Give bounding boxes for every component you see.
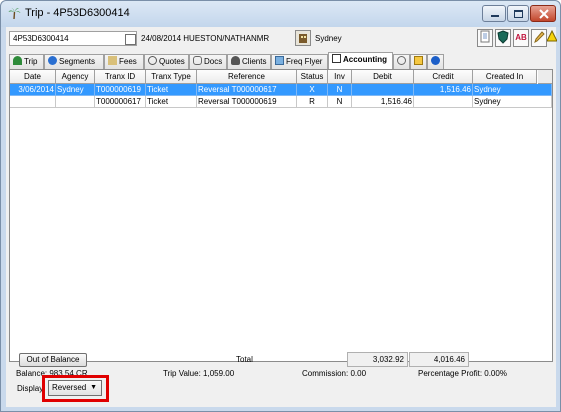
table-cell: X xyxy=(297,84,328,96)
table-cell: Ticket xyxy=(146,96,197,108)
date-user-text: 24/08/2014 HUESTON/NATHANMR xyxy=(141,34,270,43)
column-header-status[interactable]: Status xyxy=(297,70,328,84)
minimize-button[interactable] xyxy=(482,5,506,22)
tab-docs-label: Docs xyxy=(204,57,223,66)
tab-fees-label: Fees xyxy=(119,57,137,66)
table-cell xyxy=(56,96,95,108)
table-cell: 1,516.46 xyxy=(414,84,473,96)
trip-window: Trip - 4P53D6300414 4P53D6300414 24/08/2… xyxy=(0,0,561,412)
fees-icon xyxy=(108,56,117,65)
table-cell xyxy=(352,84,414,96)
tab-freq-flyer[interactable]: Freq Flyer xyxy=(271,54,328,69)
people-icon xyxy=(231,56,240,65)
trip-number-field[interactable]: 4P53D6300414 xyxy=(9,31,137,46)
table-cell: T000000617 xyxy=(95,96,146,108)
column-header-credit[interactable]: Credit xyxy=(414,70,473,84)
table-cell: N xyxy=(328,96,352,108)
notes-icon xyxy=(414,56,423,65)
location-icon[interactable] xyxy=(295,30,311,46)
table-cell: Sydney xyxy=(56,84,95,96)
palm-tree-icon xyxy=(8,7,21,20)
table-cell xyxy=(10,96,56,108)
maximize-icon xyxy=(514,10,523,18)
tab-notes[interactable] xyxy=(410,54,427,69)
highlight-box xyxy=(42,375,109,402)
table-cell: Ticket xyxy=(146,84,197,96)
close-button[interactable] xyxy=(530,5,556,22)
tab-docs[interactable]: Docs xyxy=(189,54,227,69)
table-cell: Reversal T000000619 xyxy=(197,96,297,108)
close-icon xyxy=(539,9,549,19)
tab-clients[interactable]: Clients xyxy=(227,54,271,69)
table-cell: Sydney xyxy=(473,96,552,108)
tab-freq-flyer-label: Freq Flyer xyxy=(286,57,323,66)
accounting-grid[interactable]: Date Agency Tranx ID Tranx Type Referenc… xyxy=(9,69,553,362)
total-label: Total xyxy=(236,355,253,364)
total-debit: 3,032.92 xyxy=(347,352,408,367)
ledger-icon xyxy=(332,54,341,63)
tab-segments-label: Segments xyxy=(59,57,96,66)
globe-icon xyxy=(48,56,57,65)
tab-segments[interactable]: Segments xyxy=(44,54,104,69)
total-credit: 4,016.46 xyxy=(409,352,469,367)
tab-strip: Trip Segments Fees Quotes Docs Clients F… xyxy=(9,52,553,69)
trip-client-area: 4P53D6300414 24/08/2014 HUESTON/NATHANMR… xyxy=(6,27,558,407)
window-title: Trip - 4P53D6300414 xyxy=(25,7,130,19)
shield-icon[interactable] xyxy=(495,29,511,47)
warning-icon[interactable] xyxy=(546,29,558,47)
table-cell: 3/06/2014 xyxy=(10,84,56,96)
table-cell: Reversal T000000617 xyxy=(197,84,297,96)
title-bar[interactable]: Trip - 4P53D6300414 xyxy=(1,1,560,27)
column-header-agency[interactable]: Agency xyxy=(56,70,95,84)
spellcheck-icon[interactable]: AB xyxy=(513,29,529,47)
commission-text: Commission: 0.00 xyxy=(302,369,367,378)
tab-fees[interactable]: Fees xyxy=(104,54,144,69)
trip-header-row: 4P53D6300414 24/08/2014 HUESTON/NATHANMR… xyxy=(6,27,558,51)
tab-info[interactable] xyxy=(427,54,444,69)
trip-checkbox[interactable] xyxy=(125,34,136,45)
table-row[interactable]: 3/06/2014 Sydney T000000619 Ticket Rever… xyxy=(10,84,552,96)
table-cell: 1,516.46 xyxy=(352,96,414,108)
column-header-created-in[interactable]: Created In xyxy=(473,70,537,84)
table-cell: T000000619 xyxy=(95,84,146,96)
edit-icon[interactable] xyxy=(531,29,547,47)
trip-value-text: Trip Value: 1,059.00 xyxy=(163,369,235,378)
tab-trip-label: Trip xyxy=(24,57,38,66)
maximize-button[interactable] xyxy=(507,5,529,22)
percentage-profit-text: Percentage Profit: 0.00% xyxy=(418,369,507,378)
column-header-tranx-type[interactable]: Tranx Type xyxy=(146,70,197,84)
tab-quotes-label: Quotes xyxy=(159,57,185,66)
palm-icon xyxy=(13,56,22,65)
tab-quotes[interactable]: Quotes xyxy=(144,54,189,69)
speech-icon xyxy=(148,56,157,65)
location-text: Sydney xyxy=(315,34,342,43)
grid-corner xyxy=(538,70,552,84)
paperclip-icon xyxy=(193,56,202,65)
link-icon xyxy=(397,56,406,65)
display-label: Display xyxy=(17,384,44,393)
tab-clients-label: Clients xyxy=(242,57,267,66)
tab-trip[interactable]: Trip xyxy=(9,54,44,69)
info-icon xyxy=(431,56,440,65)
column-header-tranx-id[interactable]: Tranx ID xyxy=(95,70,146,84)
tab-accounting-label: Accounting xyxy=(343,55,387,64)
card-icon xyxy=(275,56,284,65)
tab-link[interactable] xyxy=(393,54,410,69)
column-header-reference[interactable]: Reference xyxy=(197,70,297,84)
column-header-debit[interactable]: Debit xyxy=(352,70,414,84)
tab-accounting[interactable]: Accounting xyxy=(328,52,393,69)
table-cell: R xyxy=(297,96,328,108)
table-cell: Sydney xyxy=(473,84,552,96)
column-header-inv[interactable]: Inv xyxy=(328,70,352,84)
minimize-icon xyxy=(491,15,499,17)
table-cell: N xyxy=(328,84,352,96)
out-of-balance-button[interactable]: Out of Balance xyxy=(19,353,87,367)
table-cell xyxy=(414,96,473,108)
column-header-date[interactable]: Date xyxy=(10,70,56,84)
table-row[interactable]: T000000617 Ticket Reversal T000000619 R … xyxy=(10,96,552,108)
building-icon xyxy=(299,34,307,43)
document-icon[interactable] xyxy=(477,29,493,47)
